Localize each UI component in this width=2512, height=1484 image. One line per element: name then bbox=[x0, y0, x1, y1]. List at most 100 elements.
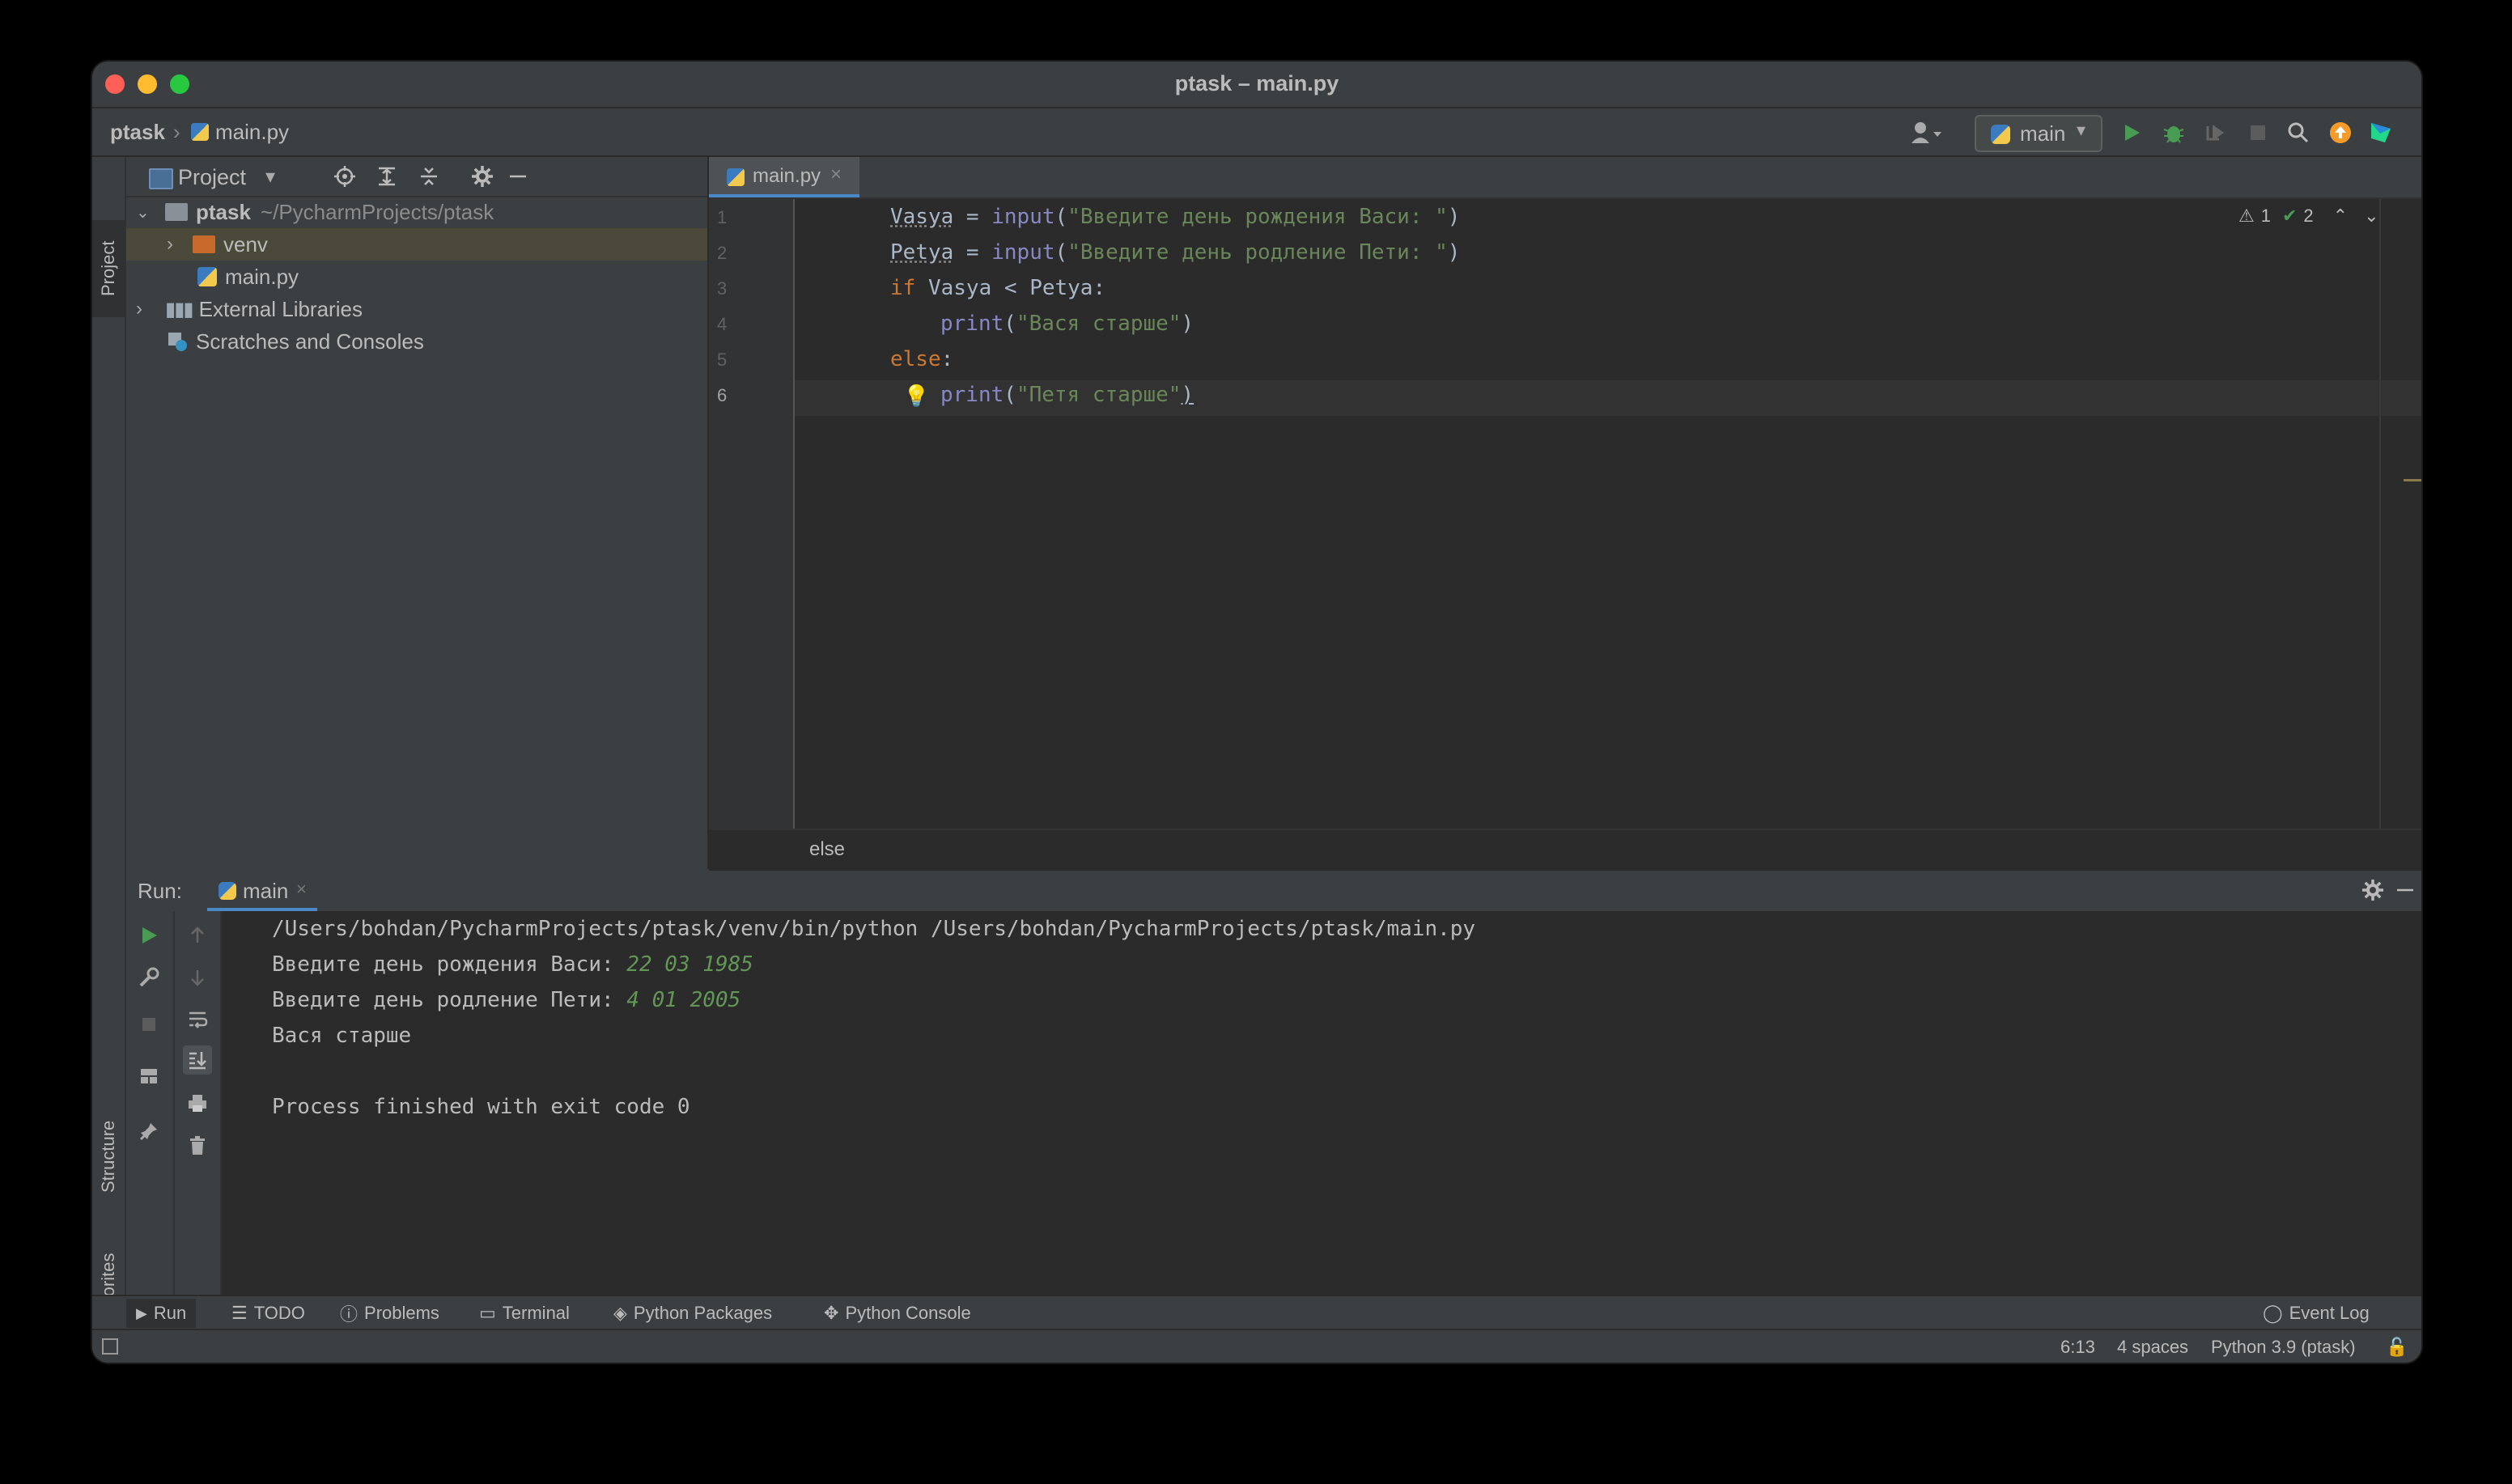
soft-wrap-icon[interactable] bbox=[183, 1005, 212, 1034]
code-token: ( bbox=[1004, 312, 1016, 336]
tree-item-external-libraries[interactable]: › ▮▮▮ External Libraries bbox=[126, 293, 707, 325]
close-icon[interactable]: × bbox=[830, 163, 842, 186]
expand-all-icon[interactable] bbox=[371, 160, 403, 193]
tool-tab-event-log[interactable]: ◯ Event Log bbox=[2263, 1301, 2370, 1325]
main-py-label: main.py bbox=[225, 264, 299, 289]
code-token: Vasya < Petya: bbox=[915, 276, 1106, 300]
code-token: Petya bbox=[890, 240, 954, 265]
code-line-6[interactable]: print("Петя старше") bbox=[940, 377, 1194, 413]
chevron-up-icon[interactable]: ⌃ bbox=[2333, 206, 2348, 227]
chevron-down-icon[interactable]: ⌄ bbox=[2364, 206, 2378, 227]
run-toolbar-secondary bbox=[175, 911, 222, 1295]
arrow-down-icon[interactable] bbox=[183, 963, 212, 992]
status-bar: 6:13 4 spaces Python 3.9 (ptask) 🔓 bbox=[92, 1329, 2421, 1363]
tree-item-main-py[interactable]: main.py bbox=[126, 261, 707, 293]
code-line-3[interactable]: if Vasya < Petya: bbox=[890, 270, 1105, 306]
editor-area: main.py × 1 2 3 4 5 6 ⚠ 1 ✔ 2 ⌃ ⌄ Vasya … bbox=[709, 157, 2421, 871]
jetbrains-toolbox-icon[interactable] bbox=[2365, 117, 2397, 149]
vcs-user-icon[interactable] bbox=[1902, 117, 1950, 149]
code-line-1[interactable]: Vasya = input("Введите день рождения Вас… bbox=[890, 199, 1460, 235]
close-icon[interactable]: × bbox=[296, 879, 307, 900]
search-icon[interactable] bbox=[2282, 117, 2315, 149]
run-config-label: main bbox=[2020, 121, 2066, 146]
tree-item-root[interactable]: ⌄ ptask ~/PycharmProjects/ptask bbox=[126, 196, 707, 228]
code-token: ( bbox=[1054, 240, 1068, 265]
excluded-folder-icon bbox=[193, 235, 215, 253]
indent-setting[interactable]: 4 spaces bbox=[2117, 1337, 2188, 1358]
code-token: print bbox=[940, 383, 1004, 407]
project-tool-tab[interactable]: Project bbox=[92, 220, 125, 317]
run-tab-main[interactable]: main × bbox=[207, 871, 317, 911]
chevron-right-icon: › bbox=[136, 298, 142, 320]
stop-icon[interactable] bbox=[134, 1010, 163, 1039]
code-token: Vasya bbox=[890, 205, 954, 229]
structure-tool-tab[interactable]: Structure bbox=[92, 1096, 125, 1217]
tree-item-venv[interactable]: › venv bbox=[126, 228, 707, 261]
tool-tab-label: Python Console bbox=[845, 1303, 971, 1323]
code-token: ) bbox=[1447, 205, 1461, 229]
tool-tab-python-console[interactable]: ✥ Python Console bbox=[824, 1301, 971, 1325]
scroll-to-end-icon[interactable] bbox=[183, 1045, 212, 1075]
gear-icon[interactable] bbox=[466, 160, 499, 193]
print-icon[interactable] bbox=[183, 1089, 212, 1118]
inspection-widget[interactable]: ⚠ 1 ✔ 2 ⌃ ⌄ bbox=[2238, 206, 2379, 227]
updates-icon[interactable] bbox=[2324, 117, 2357, 149]
code-token: ) bbox=[1181, 312, 1194, 336]
project-panel-header: Project ▾ bbox=[126, 157, 707, 197]
code-token: input bbox=[991, 205, 1055, 229]
debug-icon[interactable] bbox=[2158, 117, 2190, 149]
run-icon[interactable] bbox=[2115, 117, 2148, 149]
wrench-icon[interactable] bbox=[134, 963, 163, 992]
tool-tab-terminal[interactable]: ▭ Terminal bbox=[479, 1301, 570, 1325]
caret-position[interactable]: 6:13 bbox=[2060, 1337, 2095, 1358]
code-line-4[interactable]: print("Вася старше") bbox=[940, 306, 1194, 341]
chevron-down-icon[interactable]: ▾ bbox=[265, 165, 275, 189]
locate-icon[interactable] bbox=[329, 160, 361, 193]
tool-tab-problems[interactable]: ⓘ Problems bbox=[340, 1301, 439, 1325]
stop-icon[interactable] bbox=[2242, 117, 2274, 149]
code-line-5[interactable]: else: bbox=[890, 341, 953, 377]
python-icon bbox=[1991, 125, 2010, 144]
project-panel-title[interactable]: Project bbox=[178, 165, 246, 190]
hide-panel-icon[interactable] bbox=[502, 160, 534, 193]
toggle-tool-windows-icon[interactable] bbox=[102, 1338, 118, 1355]
lock-icon[interactable]: 🔓 bbox=[2386, 1337, 2408, 1358]
nav-file[interactable]: main.py bbox=[215, 120, 289, 145]
list-icon: ☰ bbox=[231, 1303, 248, 1323]
tool-tab-label: Event Log bbox=[2289, 1303, 2370, 1323]
info-icon: ⓘ bbox=[340, 1304, 359, 1325]
arrow-up-icon[interactable] bbox=[183, 921, 212, 950]
console-line: Введите день рождения Васи: 22 03 1985 bbox=[272, 947, 753, 982]
code-token: ( bbox=[1004, 383, 1016, 407]
tree-item-scratches[interactable]: Scratches and Consoles bbox=[126, 325, 707, 358]
collapse-all-icon[interactable] bbox=[413, 160, 445, 193]
gear-icon[interactable] bbox=[2357, 874, 2389, 906]
tool-tab-python-packages[interactable]: ◈ Python Packages bbox=[613, 1301, 772, 1325]
code-token: = bbox=[953, 240, 992, 265]
layers-icon: ◈ bbox=[613, 1303, 627, 1323]
nav-project[interactable]: ptask bbox=[110, 120, 165, 145]
interpreter-setting[interactable]: Python 3.9 (ptask) bbox=[2211, 1337, 2356, 1358]
console-prompt: Введите день рождения Васи: bbox=[272, 952, 627, 977]
code-line-2[interactable]: Petya = input("Введите день родление Пет… bbox=[890, 235, 1460, 270]
rerun-icon[interactable] bbox=[134, 921, 163, 950]
lightbulb-icon[interactable]: 💡 bbox=[903, 384, 929, 409]
bottom-tool-tabs: ▶ Run ☰ TODO ⓘ Problems ▭ Terminal ◈ Pyt… bbox=[92, 1295, 2421, 1330]
right-margin-guide bbox=[2379, 199, 2381, 829]
code-token: ( bbox=[1054, 205, 1068, 229]
code-token: ) bbox=[1447, 240, 1461, 265]
coverage-icon[interactable] bbox=[2200, 117, 2232, 149]
tool-tab-todo[interactable]: ☰ TODO bbox=[231, 1301, 305, 1325]
pin-icon[interactable] bbox=[134, 1117, 163, 1146]
root-path: ~/PycharmProjects/ptask bbox=[260, 199, 494, 224]
line-number: 2 bbox=[717, 243, 728, 263]
tool-tab-run[interactable]: ▶ Run bbox=[126, 1299, 197, 1328]
tool-tab-label: Problems bbox=[364, 1303, 439, 1323]
layout-icon[interactable] bbox=[134, 1062, 163, 1091]
trash-icon[interactable] bbox=[183, 1131, 212, 1160]
run-config-selector[interactable]: main ▾ bbox=[1975, 115, 2103, 152]
breadcrumb-item[interactable]: else bbox=[809, 838, 845, 861]
hide-panel-icon[interactable] bbox=[2389, 874, 2421, 906]
editor-tab-main-py[interactable]: main.py × bbox=[709, 157, 859, 197]
title-bar: ptask – main.py bbox=[92, 61, 2421, 108]
